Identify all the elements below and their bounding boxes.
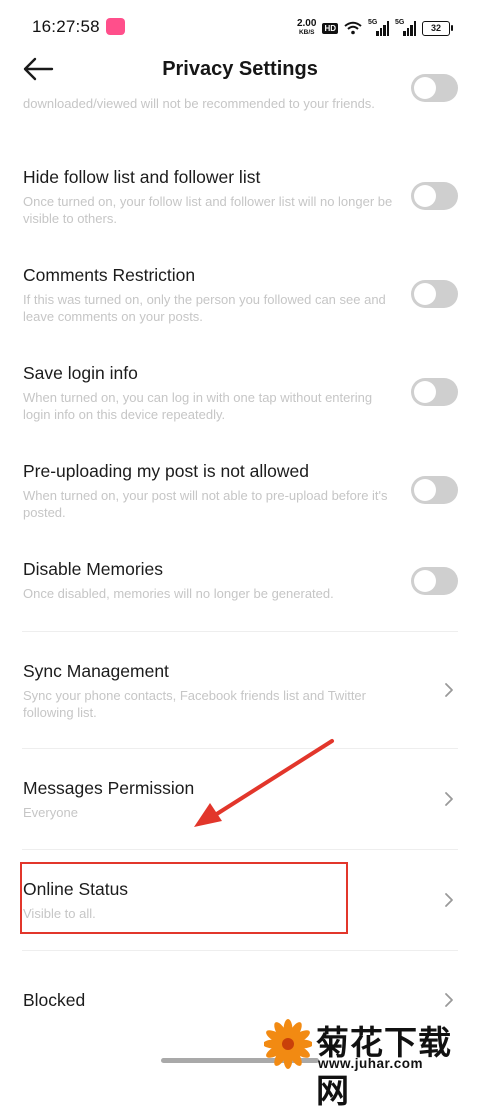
setting-description: When turned on, your post will not able …	[23, 488, 388, 520]
hide-follow-list-toggle[interactable]	[411, 182, 458, 210]
setting-title: Pre-uploading my post is not allowed	[23, 461, 309, 481]
annotation-highlight-box	[20, 862, 348, 934]
disable-memories-toggle[interactable]	[411, 567, 458, 595]
divider	[22, 950, 458, 951]
watermark-logo: 菊花下载网 www.juhar.com	[262, 1016, 480, 1110]
network-type-label: 5G	[395, 19, 405, 26]
flower-logo-icon	[264, 1019, 312, 1069]
network-type-label: 5G	[368, 19, 378, 26]
status-indicators: 2.00 KB/S HD 5G 5G 32	[297, 16, 453, 40]
chevron-right-icon	[445, 993, 453, 1007]
divider	[22, 631, 458, 632]
header: Privacy Settings	[0, 56, 480, 86]
setting-description: If this was turned on, only the person y…	[23, 292, 386, 324]
network-speed-value: 2.00	[296, 18, 317, 29]
status-bar: 16:27:58 2.00 KB/S HD 5G 5G 32	[0, 0, 480, 56]
chevron-right-icon	[445, 893, 453, 907]
setting-description: When turned on, you can log in with one …	[23, 390, 373, 422]
setting-title: Hide follow list and follower list	[23, 167, 261, 187]
setting-description: Once turned on, your follow list and fol…	[23, 194, 393, 226]
setting-title: Sync Management	[23, 661, 169, 681]
setting-description: downloaded/viewed will not be recommende…	[23, 96, 375, 111]
network-speed-unit: KB/S	[298, 29, 315, 36]
setting-description: Once disabled, memories will no longer b…	[23, 586, 334, 601]
setting-title: Save login info	[23, 363, 138, 383]
signal-icon: 5G	[395, 19, 416, 36]
battery-icon: 32	[422, 20, 453, 36]
watermark-url: www.juhar.com	[318, 1056, 424, 1071]
pre-uploading-toggle[interactable]	[411, 476, 458, 504]
comments-restriction-toggle[interactable]	[411, 280, 458, 308]
app-notification-icon	[106, 18, 125, 35]
setting-title: Messages Permission	[23, 778, 195, 798]
save-login-info-toggle[interactable]	[411, 378, 458, 406]
battery-level: 32	[430, 23, 441, 33]
signal-icon: 5G	[368, 19, 389, 36]
status-time: 16:27:58	[32, 17, 100, 36]
wifi-icon	[344, 21, 362, 35]
network-speed: 2.00 KB/S	[297, 19, 316, 37]
recommend-toggle[interactable]	[411, 74, 458, 102]
setting-title: Blocked	[23, 990, 86, 1010]
chevron-right-icon	[445, 683, 453, 697]
setting-description: Sync your phone contacts, Facebook frien…	[23, 688, 366, 720]
setting-title: Comments Restriction	[23, 265, 196, 285]
divider	[22, 849, 458, 850]
setting-title: Disable Memories	[23, 559, 164, 579]
chevron-right-icon	[445, 792, 453, 806]
page-title: Privacy Settings	[162, 58, 318, 80]
hd-voice-icon: HD	[322, 22, 338, 34]
annotation-arrow	[194, 739, 334, 827]
